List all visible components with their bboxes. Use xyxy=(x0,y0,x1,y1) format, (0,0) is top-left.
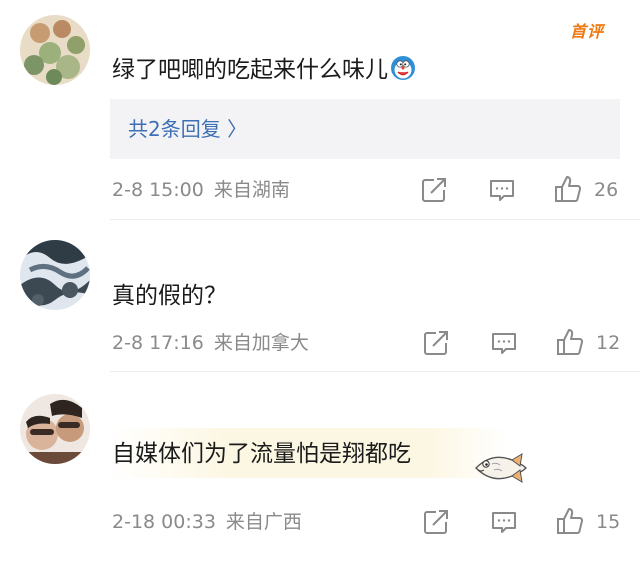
avatar[interactable] xyxy=(20,15,90,85)
comment-time: 2-8 17:16 xyxy=(112,332,204,354)
comment-location: 来自加拿大 xyxy=(213,332,309,354)
like-count: 12 xyxy=(596,332,621,354)
share-icon[interactable] xyxy=(419,175,449,205)
comment-location: 来自广西 xyxy=(225,511,302,533)
share-icon[interactable] xyxy=(421,507,451,537)
like-count: 15 xyxy=(596,511,621,533)
comment-location: 来自湖南 xyxy=(213,179,290,201)
like-count: 26 xyxy=(594,179,619,201)
like-icon[interactable] xyxy=(553,174,583,204)
avatar[interactable] xyxy=(20,394,90,464)
comment-item: 首评 绿了吧唧的吃起来什么味儿 共2条回复 〉 2-8 15:00 来自湖南 26 xyxy=(0,0,640,220)
like-icon[interactable] xyxy=(555,506,585,536)
comment-icon[interactable] xyxy=(487,175,517,205)
avatar[interactable] xyxy=(20,240,90,310)
comment-meta: 2-8 17:16 来自加拿大 xyxy=(112,331,309,355)
fish-emoji xyxy=(470,450,530,486)
view-replies-link[interactable]: 共2条回复 〉 xyxy=(128,117,247,141)
comment-meta: 2-18 00:33 来自广西 xyxy=(112,510,302,534)
comment-time: 2-18 00:33 xyxy=(112,511,216,533)
like-icon[interactable] xyxy=(555,327,585,357)
share-icon[interactable] xyxy=(421,328,451,358)
comment-item: 真的假的？ 2-8 17:16 来自加拿大 12 xyxy=(0,220,640,372)
replies-panel[interactable]: 共2条回复 〉 xyxy=(110,99,620,159)
comment-item: 自媒体们为了流量怕是翔都吃 2-18 00:33 来自广西 15 xyxy=(0,372,640,567)
comment-text-content: 绿了吧唧的吃起来什么味儿 xyxy=(112,57,388,83)
comment-meta: 2-8 15:00 来自湖南 xyxy=(112,178,290,202)
comment-icon[interactable] xyxy=(489,507,519,537)
comment-icon[interactable] xyxy=(489,328,519,358)
comment-time: 2-8 15:00 xyxy=(112,179,204,201)
comment-text: 真的假的？ xyxy=(112,283,227,309)
comment-text: 自媒体们为了流量怕是翔都吃 xyxy=(112,441,411,467)
first-comment-badge: 首评 xyxy=(570,22,605,41)
comment-text: 绿了吧唧的吃起来什么味儿 xyxy=(112,55,416,85)
doraemon-emoji xyxy=(390,55,416,81)
